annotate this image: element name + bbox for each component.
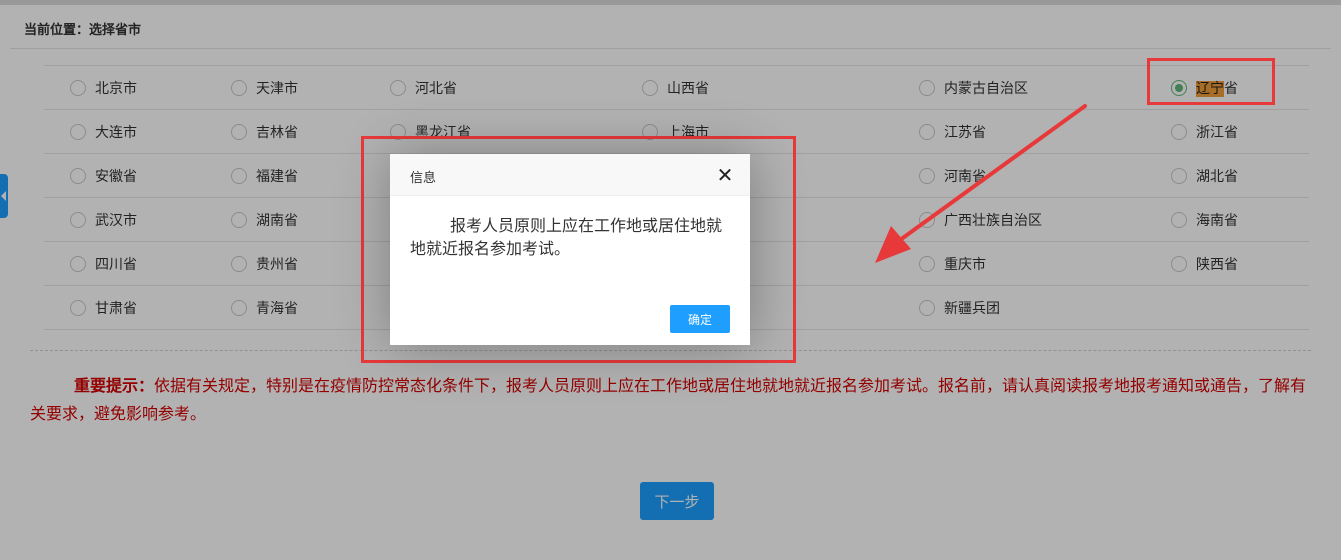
close-icon[interactable]: ✕ bbox=[716, 165, 734, 185]
dialog-message: 报考人员原则上应在工作地或居住地就地就近报名参加考试。 bbox=[410, 216, 723, 258]
dialog-header: 信息 ✕ bbox=[390, 154, 750, 196]
dialog-title: 信息 bbox=[410, 171, 437, 186]
info-dialog: 信息 ✕ 报考人员原则上应在工作地或居住地就地就近报名参加考试。 确定 bbox=[390, 154, 750, 345]
confirm-button[interactable]: 确定 bbox=[670, 305, 730, 333]
